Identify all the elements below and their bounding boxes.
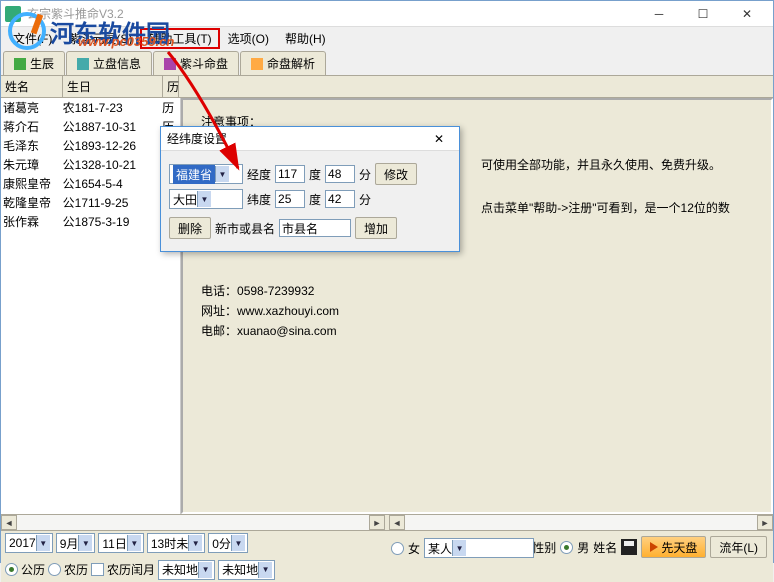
- scrollbar-h[interactable]: ◄ ► ◄ ►: [1, 514, 773, 530]
- lat-min-input[interactable]: [325, 190, 355, 208]
- tab-chart[interactable]: 紫斗命盘: [153, 51, 239, 75]
- chevron-down-icon[interactable]: ▼: [197, 191, 211, 207]
- day-combo[interactable]: 11日▼: [98, 533, 143, 553]
- dialog-title: 经纬度设置: [167, 130, 425, 147]
- list-item[interactable]: 张作霖公1875-3-19历: [1, 212, 180, 231]
- window-title: 玄宗紫斗推命V3.2: [27, 5, 637, 22]
- name-combo[interactable]: 某人▼: [424, 538, 534, 558]
- url-line: 网址：www.xazhouyi.com: [201, 302, 761, 319]
- latlng-dialog: 经纬度设置 ✕ 福建省▼ 经度 度 分 修改 大田▼ 纬度 度 分 删除 新市或…: [160, 126, 460, 252]
- list-item[interactable]: 乾隆皇帝公1711-9-25: [1, 193, 180, 212]
- radio-gong[interactable]: [5, 563, 18, 576]
- chevron-down-icon[interactable]: ▼: [198, 562, 212, 578]
- bottombar: 2017▼ 9月▼ 11日▼ 13时未▼ 0分▼ 公历 农历 农历闰月 未知地▼…: [1, 530, 773, 582]
- app-window: 玄宗紫斗推命V3.2 ─ ☐ ✕ 文件(F) 紫斗元灵(S) 辅助工具(T) 选…: [0, 0, 774, 563]
- dialog-titlebar: 经纬度设置 ✕: [161, 127, 459, 151]
- chevron-down-icon[interactable]: ▼: [452, 540, 466, 556]
- radio-male[interactable]: [560, 541, 573, 554]
- tabbar: 生辰 立盘信息 紫斗命盘 命盘解析: [1, 49, 773, 76]
- col-cal[interactable]: 历: [163, 76, 179, 97]
- newcity-label: 新市或县名: [215, 220, 275, 237]
- menu-tools[interactable]: 辅助工具(T): [140, 28, 219, 49]
- chevron-down-icon[interactable]: ▼: [231, 535, 245, 551]
- month-combo[interactable]: 9月▼: [56, 533, 96, 553]
- menu-options[interactable]: 选项(O): [220, 28, 277, 49]
- analysis-icon: [251, 58, 263, 70]
- hour-combo[interactable]: 13时未▼: [147, 533, 205, 553]
- scroll-track[interactable]: [17, 515, 369, 530]
- titlebar: 玄宗紫斗推命V3.2 ─ ☐ ✕: [1, 1, 773, 27]
- radio-female[interactable]: [391, 542, 404, 555]
- delete-button[interactable]: 删除: [169, 217, 211, 239]
- list-item[interactable]: 蒋介石公1887-10-31历: [1, 117, 180, 136]
- minimize-button[interactable]: ─: [637, 1, 681, 27]
- city-combo[interactable]: 大田▼: [169, 189, 243, 209]
- chevron-down-icon[interactable]: ▼: [258, 562, 272, 578]
- dialog-close-button[interactable]: ✕: [425, 132, 453, 146]
- scroll-right-icon[interactable]: ►: [369, 515, 385, 530]
- people-list[interactable]: 诸葛亮农181-7-23历 蒋介石公1887-10-31历 毛泽东公1893-1…: [1, 98, 181, 514]
- chart-icon: [164, 58, 176, 70]
- menu-zidou[interactable]: 紫斗元灵(S): [60, 28, 140, 49]
- phone-line: 电话：0598-7239932: [201, 282, 761, 299]
- chevron-down-icon[interactable]: ▼: [36, 535, 50, 551]
- scroll-left-icon[interactable]: ◄: [1, 515, 17, 530]
- lat-label: 纬度: [247, 191, 271, 208]
- xiantian-button[interactable]: 先天盘: [641, 536, 706, 558]
- close-button[interactable]: ✕: [725, 1, 769, 27]
- email-line: 电邮：xuanao@sina.com: [201, 322, 761, 339]
- col-name[interactable]: 姓名: [1, 76, 63, 97]
- scroll-left-icon[interactable]: ◄: [389, 515, 405, 530]
- tab-birth[interactable]: 生辰: [3, 51, 65, 75]
- year-combo[interactable]: 2017▼: [5, 533, 53, 553]
- lng-min-input[interactable]: [325, 165, 355, 183]
- app-icon: [5, 6, 21, 22]
- check-leap[interactable]: [91, 563, 104, 576]
- chevron-down-icon[interactable]: ▼: [188, 535, 202, 551]
- minute-combo[interactable]: 0分▼: [208, 533, 248, 553]
- radio-nong[interactable]: [48, 563, 61, 576]
- menu-file[interactable]: 文件(F): [5, 28, 60, 49]
- province-combo[interactable]: 福建省▼: [169, 164, 243, 184]
- birth-icon: [14, 58, 26, 70]
- add-button[interactable]: 增加: [355, 217, 397, 239]
- menubar: 文件(F) 紫斗元灵(S) 辅助工具(T) 选项(O) 帮助(H): [1, 27, 773, 49]
- gender-label: 性别: [532, 539, 556, 556]
- lat-deg-input[interactable]: [275, 190, 305, 208]
- chevron-down-icon[interactable]: ▼: [78, 535, 92, 551]
- lng-label: 经度: [247, 166, 271, 183]
- list-item[interactable]: 康熙皇帝公1654-5-4: [1, 174, 180, 193]
- col-birth[interactable]: 生日: [63, 76, 163, 97]
- lng-deg-input[interactable]: [275, 165, 305, 183]
- save-icon[interactable]: [621, 539, 637, 555]
- chevron-down-icon[interactable]: ▼: [127, 535, 141, 551]
- play-icon: [650, 542, 658, 552]
- name-label: 姓名: [593, 539, 617, 556]
- tab-analysis[interactable]: 命盘解析: [240, 51, 326, 75]
- list-item[interactable]: 朱元璋公1328-10-21历: [1, 155, 180, 174]
- liunian-button[interactable]: 流年(L): [710, 536, 767, 558]
- list-item[interactable]: 诸葛亮农181-7-23历: [1, 98, 180, 117]
- maximize-button[interactable]: ☐: [681, 1, 725, 27]
- menu-help[interactable]: 帮助(H): [277, 28, 334, 49]
- info-icon: [77, 58, 89, 70]
- newcity-input[interactable]: [279, 219, 351, 237]
- scroll-track[interactable]: [405, 515, 757, 530]
- chevron-down-icon[interactable]: ▼: [215, 166, 229, 182]
- list-header: 姓名 生日 历: [1, 76, 773, 98]
- modify-button[interactable]: 修改: [375, 163, 417, 185]
- list-item[interactable]: 毛泽东公1893-12-26历: [1, 136, 180, 155]
- tab-info[interactable]: 立盘信息: [66, 51, 152, 75]
